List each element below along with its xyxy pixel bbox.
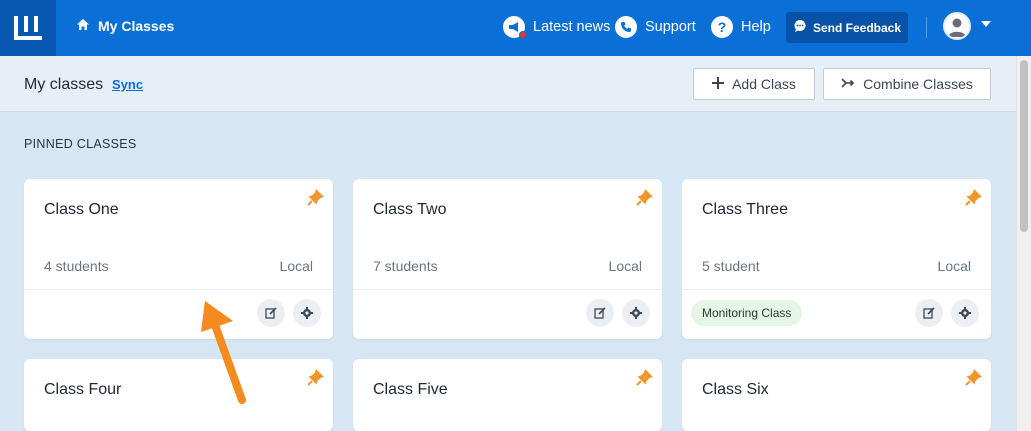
class-name: Class Six bbox=[702, 381, 769, 398]
scrollbar-thumb[interactable] bbox=[1020, 60, 1028, 232]
page-toolbar: My classes Sync Add Class Combine Classe… bbox=[0, 56, 1016, 112]
megaphone-icon bbox=[503, 16, 527, 39]
help-icon: ? bbox=[711, 16, 733, 38]
class-card[interactable]: Class One 4 students Local bbox=[24, 179, 333, 339]
class-card[interactable]: Class Five bbox=[353, 359, 662, 431]
vertical-scrollbar[interactable] bbox=[1016, 56, 1031, 431]
edit-icon[interactable] bbox=[915, 299, 943, 327]
sync-link[interactable]: Sync bbox=[112, 77, 143, 92]
logo-icon[interactable] bbox=[0, 0, 56, 56]
pin-icon[interactable] bbox=[307, 368, 325, 386]
add-class-button[interactable]: Add Class bbox=[693, 68, 815, 100]
send-feedback-label: Send Feedback bbox=[812, 20, 902, 35]
support-link[interactable]: Support bbox=[615, 16, 696, 38]
help-link[interactable]: ? Help bbox=[711, 16, 771, 38]
arrow-annotation bbox=[201, 301, 246, 404]
gear-icon[interactable] bbox=[293, 299, 321, 327]
class-card[interactable]: Class Six bbox=[682, 359, 991, 431]
nav-my-classes-label: My Classes bbox=[98, 18, 175, 34]
gear-icon[interactable] bbox=[622, 299, 650, 327]
monitoring-class-badge: Monitoring Class bbox=[691, 300, 803, 326]
class-name: Class One bbox=[44, 201, 119, 218]
gear-icon[interactable] bbox=[951, 299, 979, 327]
edit-icon[interactable] bbox=[586, 299, 614, 327]
nav-my-classes[interactable]: My Classes bbox=[76, 18, 174, 34]
combine-icon bbox=[841, 76, 855, 92]
chat-icon bbox=[793, 19, 807, 36]
student-count: 4 students bbox=[44, 258, 109, 274]
class-name: Class Four bbox=[44, 381, 122, 398]
pin-icon[interactable] bbox=[636, 188, 654, 206]
plus-icon bbox=[712, 76, 725, 92]
account-menu-chevron-down-icon[interactable] bbox=[981, 21, 991, 27]
page-title: My classes bbox=[24, 76, 104, 93]
header-divider bbox=[926, 17, 927, 38]
class-card[interactable]: Class Two 7 students Local bbox=[353, 179, 662, 339]
pin-icon[interactable] bbox=[965, 368, 983, 386]
class-name: Class Five bbox=[373, 381, 448, 398]
class-card[interactable]: Class Four bbox=[24, 359, 333, 431]
student-count: 5 student bbox=[702, 258, 760, 274]
pinned-classes-heading: PINNED CLASSES bbox=[24, 137, 137, 151]
card-divider bbox=[353, 289, 662, 290]
combine-classes-label: Combine Classes bbox=[863, 76, 973, 92]
latest-news-link[interactable]: Latest news bbox=[503, 16, 611, 39]
class-name: Class Two bbox=[373, 201, 447, 218]
pin-icon[interactable] bbox=[636, 368, 654, 386]
send-feedback-button[interactable]: Send Feedback bbox=[786, 12, 908, 43]
latest-news-label: Latest news bbox=[533, 19, 611, 35]
class-card[interactable]: Class Three 5 student Local Monitoring C… bbox=[682, 179, 991, 339]
add-class-label: Add Class bbox=[732, 76, 796, 92]
top-bar: My Classes Latest news Support ? Help Se… bbox=[0, 0, 1031, 56]
pin-icon[interactable] bbox=[965, 188, 983, 206]
class-location: Local bbox=[608, 258, 642, 274]
home-icon bbox=[76, 18, 90, 34]
card-divider bbox=[682, 289, 991, 290]
edit-icon[interactable] bbox=[257, 299, 285, 327]
card-divider bbox=[24, 289, 333, 290]
help-label: Help bbox=[741, 19, 771, 35]
student-count: 7 students bbox=[373, 258, 438, 274]
combine-classes-button[interactable]: Combine Classes bbox=[823, 68, 991, 100]
class-location: Local bbox=[937, 258, 971, 274]
avatar-icon[interactable] bbox=[943, 12, 971, 40]
support-label: Support bbox=[645, 19, 696, 35]
notification-dot bbox=[519, 31, 527, 39]
class-location: Local bbox=[279, 258, 313, 274]
pin-icon[interactable] bbox=[307, 188, 325, 206]
phone-icon bbox=[615, 16, 637, 38]
class-name: Class Three bbox=[702, 201, 788, 218]
